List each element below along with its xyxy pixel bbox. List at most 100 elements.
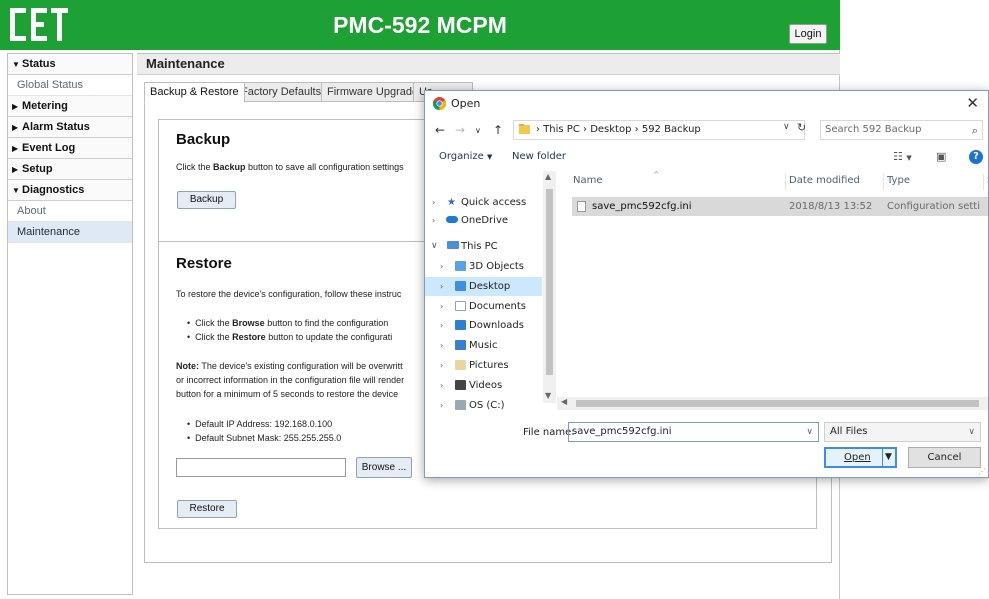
search-input[interactable]: Search 592 Backup ⌕ bbox=[820, 120, 983, 140]
sort-ascending-icon: ^ bbox=[653, 170, 660, 179]
tab-factory-defaults[interactable]: Factory Defaults bbox=[235, 82, 328, 102]
bullet-text: Click the bbox=[195, 318, 233, 328]
sidebar-item-label: Metering bbox=[22, 100, 68, 112]
backup-heading: Backup bbox=[176, 131, 231, 148]
nav-item-os-c[interactable]: › OS (C:) bbox=[425, 396, 542, 412]
column-date-modified[interactable]: Date modified bbox=[789, 171, 860, 196]
sidebar-item-setup[interactable]: ▶ Setup bbox=[8, 159, 132, 180]
close-icon[interactable]: ✕ bbox=[966, 94, 979, 112]
address-dropdown-icon[interactable]: ∨ bbox=[783, 122, 790, 132]
file-modified: 2018/8/13 13:52 bbox=[789, 201, 873, 212]
restore-note-line2: or incorrect information in the configur… bbox=[176, 375, 405, 385]
file-name-input[interactable]: save_pmc592cfg.ini ∨ bbox=[568, 422, 819, 442]
file-type-filter[interactable]: All Files ∨ bbox=[824, 422, 981, 442]
nav-item-downloads[interactable]: › Downloads bbox=[425, 316, 542, 335]
chevron-right-icon: › bbox=[432, 216, 436, 225]
new-folder-button[interactable]: New folder bbox=[512, 151, 566, 162]
dialog-title-bar[interactable]: Open ✕ bbox=[425, 91, 988, 116]
file-row[interactable]: save_pmc592cfg.ini 2018/8/13 13:52 Confi… bbox=[572, 197, 988, 216]
file-list: Name ^ Date modified Type S save_pmc592c… bbox=[557, 170, 988, 403]
breadcrumb-desktop[interactable]: Desktop bbox=[590, 124, 631, 135]
sidebar-item-event-log[interactable]: ▶ Event Log bbox=[8, 138, 132, 159]
nav-item-quick-access[interactable]: › ★ Quick access bbox=[425, 193, 542, 212]
resize-grip-icon[interactable]: ⋰ bbox=[978, 467, 986, 476]
sidebar-item-global-status[interactable]: Global Status bbox=[8, 75, 132, 96]
bullet-text: button to update the configurati bbox=[265, 332, 393, 342]
tab-firmware-upgrade[interactable]: Firmware Upgrade bbox=[321, 82, 425, 102]
open-file-dialog: Open ✕ ← → ∨ ↑ › This PC › Desktop › 592… bbox=[424, 90, 989, 478]
search-icon: ⌕ bbox=[971, 124, 978, 137]
nav-item-label: This PC bbox=[461, 241, 498, 252]
nav-item-desktop[interactable]: › Desktop bbox=[425, 277, 542, 296]
chevron-right-icon: › bbox=[440, 321, 444, 330]
nav-scrollbar[interactable]: ▲ ▼ bbox=[543, 171, 556, 403]
back-arrow-icon[interactable]: ← bbox=[435, 123, 445, 137]
expanded-triangle-icon: ▼ bbox=[12, 60, 20, 69]
open-dropdown-icon[interactable]: ▼ bbox=[885, 449, 892, 466]
sidebar-item-label: Diagnostics bbox=[22, 184, 85, 196]
expanded-triangle-icon: ▼ bbox=[12, 186, 20, 195]
column-name[interactable]: Name bbox=[573, 171, 603, 196]
collapsed-triangle-icon: ▶ bbox=[12, 123, 19, 132]
file-type-filter-value: All Files bbox=[830, 426, 868, 437]
chevron-right-icon: › bbox=[440, 302, 444, 311]
scrollbar-thumb[interactable] bbox=[576, 400, 979, 407]
chevron-down-icon[interactable]: ∨ bbox=[806, 423, 813, 441]
nav-item-pictures[interactable]: › Pictures bbox=[425, 356, 542, 375]
file-name-label-text: File name: bbox=[523, 427, 575, 438]
nav-item-this-pc[interactable]: ∨ This PC bbox=[425, 237, 542, 256]
up-arrow-icon[interactable]: ↑ bbox=[493, 123, 503, 137]
chevron-down-icon: ∨ bbox=[431, 241, 438, 251]
search-placeholder: Search 592 Backup bbox=[825, 124, 922, 135]
column-type[interactable]: Type bbox=[887, 171, 910, 196]
tab-backup-restore[interactable]: Backup & Restore bbox=[144, 82, 245, 103]
sidebar-item-status[interactable]: ▼ Status bbox=[8, 54, 132, 75]
sidebar-item-label: Global Status bbox=[17, 79, 84, 91]
cancel-button[interactable]: Cancel bbox=[908, 447, 981, 468]
restore-button[interactable]: Restore bbox=[177, 500, 237, 518]
nav-item-videos[interactable]: › Videos bbox=[425, 376, 542, 395]
view-options-icon[interactable]: ☷ ▼ bbox=[893, 150, 912, 163]
address-bar[interactable]: › This PC › Desktop › 592 Backup bbox=[513, 120, 805, 140]
organize-menu[interactable]: Organize ▼ bbox=[439, 151, 492, 162]
backup-button[interactable]: Backup bbox=[177, 191, 236, 209]
forward-arrow-icon[interactable]: → bbox=[455, 123, 465, 137]
scroll-up-icon[interactable]: ▲ bbox=[545, 172, 551, 181]
column-divider[interactable] bbox=[883, 174, 884, 190]
preview-pane-icon[interactable]: ▣ bbox=[936, 150, 946, 163]
sidebar-item-label: Event Log bbox=[22, 142, 76, 154]
backup-text-pre: Click the bbox=[176, 162, 214, 172]
login-button[interactable]: Login bbox=[789, 24, 827, 44]
recent-dropdown-icon[interactable]: ∨ bbox=[475, 126, 481, 135]
help-icon[interactable]: ? bbox=[969, 150, 983, 164]
nav-item-label: Pictures bbox=[469, 360, 509, 371]
nav-item-label: Quick access bbox=[461, 197, 527, 208]
open-button[interactable]: Open ▼ bbox=[824, 447, 897, 468]
restore-file-input[interactable] bbox=[176, 458, 346, 477]
file-name: save_pmc592cfg.ini bbox=[592, 201, 692, 212]
nav-item-music[interactable]: › Music bbox=[425, 336, 542, 355]
scroll-down-icon[interactable]: ▼ bbox=[545, 391, 551, 400]
column-divider[interactable] bbox=[983, 174, 984, 190]
sidebar-item-diagnostics[interactable]: ▼ Diagnostics bbox=[8, 180, 132, 201]
chevron-right-icon: › bbox=[440, 381, 444, 390]
sidebar-item-about[interactable]: About bbox=[8, 201, 132, 222]
nav-item-documents[interactable]: › Documents bbox=[425, 297, 542, 316]
breadcrumb-592-backup[interactable]: 592 Backup bbox=[642, 124, 701, 135]
chevron-right-icon: › bbox=[440, 282, 444, 291]
sidebar-item-maintenance[interactable]: Maintenance bbox=[8, 222, 132, 243]
browse-button[interactable]: Browse ... bbox=[356, 457, 412, 478]
scroll-left-icon[interactable]: ◀ bbox=[561, 397, 567, 406]
nav-item-onedrive[interactable]: › OneDrive bbox=[425, 211, 542, 230]
sidebar-item-alarm-status[interactable]: ▶ Alarm Status bbox=[8, 117, 132, 138]
collapsed-triangle-icon: ▶ bbox=[12, 165, 19, 174]
column-divider[interactable] bbox=[785, 174, 786, 190]
sidebar-item-label: Setup bbox=[22, 163, 53, 175]
breadcrumb-this-pc[interactable]: This PC bbox=[543, 124, 580, 135]
refresh-icon[interactable]: ↻ bbox=[797, 121, 806, 134]
scrollbar-thumb[interactable] bbox=[546, 189, 553, 375]
nav-item-3d-objects[interactable]: › 3D Objects bbox=[425, 257, 542, 276]
restore-note-line3: button for a minimum of 5 seconds to res… bbox=[176, 389, 399, 399]
sidebar-item-metering[interactable]: ▶ Metering bbox=[8, 96, 132, 117]
file-list-hscrollbar[interactable]: ◀ bbox=[557, 397, 988, 410]
